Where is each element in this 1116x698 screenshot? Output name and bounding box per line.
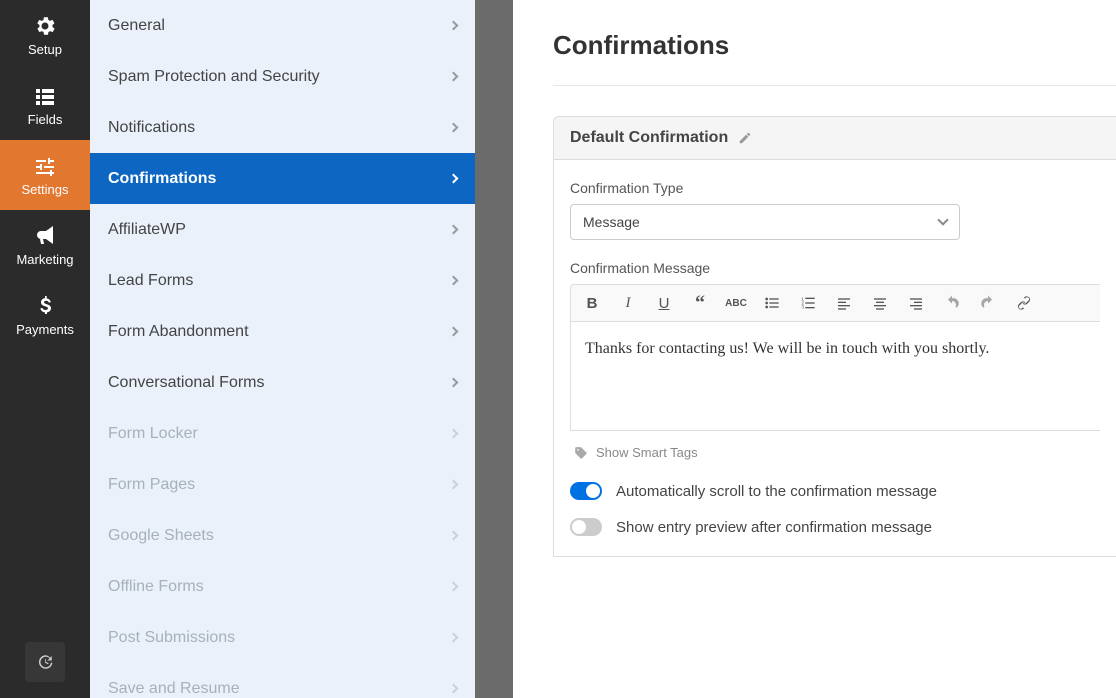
select-value: Message [583,214,640,230]
quote-button[interactable]: “ [689,291,711,315]
chevron-right-icon [449,378,459,388]
dollar-icon [33,294,57,318]
history-button[interactable] [25,642,65,682]
sidebar-item-conversational-forms[interactable]: Conversational Forms [90,357,475,408]
main-panel: Confirmations Default Confirmation Confi… [513,0,1116,698]
rail-item-fields[interactable]: Fields [0,70,90,140]
sidebar-item-label: Form Pages [108,476,195,494]
smart-tags-label: Show Smart Tags [596,445,698,460]
page-title: Confirmations [553,30,1116,61]
chevron-right-icon [449,480,459,490]
sidebar-item-post-submissions[interactable]: Post Submissions [90,612,475,663]
rail-label: Setup [28,42,62,57]
fields-icon [33,84,57,108]
sidebar-item-label: Confirmations [108,170,216,188]
toggle-entry-preview[interactable] [570,518,602,536]
toggle-label: Show entry preview after confirmation me… [616,519,932,536]
sidebar-item-google-sheets[interactable]: Google Sheets [90,510,475,561]
chevron-down-icon [937,214,948,225]
chevron-right-icon [449,633,459,643]
gear-icon [33,14,57,38]
icon-rail: Setup Fields Settings Marketing Payments [0,0,90,698]
chevron-right-icon [449,276,459,286]
chevron-right-icon [449,531,459,541]
rail-item-payments[interactable]: Payments [0,280,90,350]
sidebar-item-form-abandonment[interactable]: Form Abandonment [90,306,475,357]
sidebar-item-confirmations[interactable]: Confirmations [90,153,475,204]
rail-label: Marketing [16,252,73,267]
sidebar-item-spam[interactable]: Spam Protection and Security [90,51,475,102]
divider [553,85,1116,86]
sidebar-item-label: Save and Resume [108,680,240,698]
sidebar-item-label: General [108,17,165,35]
strike-button[interactable]: ABC [725,291,747,315]
rail-label: Fields [28,112,63,127]
rail-item-setup[interactable]: Setup [0,0,90,70]
chevron-right-icon [449,684,459,694]
bullet-list-button[interactable] [761,291,783,315]
chevron-right-icon [449,72,459,82]
sidebar-item-save-resume[interactable]: Save and Resume [90,663,475,698]
panel-title: Default Confirmation [570,129,728,147]
toggle-label: Automatically scroll to the confirmation… [616,483,937,500]
sidebar-item-label: Lead Forms [108,272,193,290]
chevron-right-icon [449,123,459,133]
sidebar-item-label: Google Sheets [108,527,214,545]
align-left-button[interactable] [833,291,855,315]
sidebar-item-lead-forms[interactable]: Lead Forms [90,255,475,306]
type-label: Confirmation Type [570,180,1100,196]
confirmation-panel-body: Confirmation Type Message Confirmation M… [553,160,1116,557]
undo-button[interactable] [941,291,963,315]
sidebar-item-notifications[interactable]: Notifications [90,102,475,153]
sidebar-item-label: Post Submissions [108,629,235,647]
show-smart-tags[interactable]: Show Smart Tags [570,431,1100,464]
align-center-button[interactable] [869,291,891,315]
rail-item-marketing[interactable]: Marketing [0,210,90,280]
underline-button[interactable]: U [653,291,675,315]
sidebar-item-label: Offline Forms [108,578,204,596]
sidebar-item-form-pages[interactable]: Form Pages [90,459,475,510]
italic-button[interactable]: I [617,291,639,315]
chevron-right-icon [449,327,459,337]
bold-button[interactable]: B [581,291,603,315]
settings-sidebar: General Spam Protection and Security Not… [90,0,475,698]
sidebar-item-offline-forms[interactable]: Offline Forms [90,561,475,612]
sidebar-item-affiliatewp[interactable]: AffiliateWP [90,204,475,255]
confirmation-type-select[interactable]: Message [570,204,960,240]
chevron-right-icon [449,582,459,592]
sidebar-item-label: Notifications [108,119,195,137]
align-right-button[interactable] [905,291,927,315]
sidebar-item-label: Spam Protection and Security [108,68,320,86]
rail-item-settings[interactable]: Settings [0,140,90,210]
redo-button[interactable] [977,291,999,315]
chevron-right-icon [449,21,459,31]
editor-toolbar: B I U “ ABC 123 [570,284,1100,321]
chevron-right-icon [449,225,459,235]
confirmation-message-editor[interactable]: Thanks for contacting us! We will be in … [570,321,1100,431]
sliders-icon [33,154,57,178]
svg-text:3: 3 [801,304,804,309]
sidebar-item-label: Form Locker [108,425,198,443]
chevron-right-icon [449,429,459,439]
message-label: Confirmation Message [570,260,1100,276]
megaphone-icon [33,224,57,248]
rail-label: Payments [16,322,74,337]
sidebar-item-label: Conversational Forms [108,374,265,392]
sidebar-item-general[interactable]: General [90,0,475,51]
chevron-right-icon [449,174,459,184]
pencil-icon[interactable] [738,131,752,145]
sidebar-item-label: AffiliateWP [108,221,186,239]
number-list-button[interactable]: 123 [797,291,819,315]
confirmation-panel-header[interactable]: Default Confirmation [553,116,1116,160]
toggle-auto-scroll[interactable] [570,482,602,500]
tags-icon [574,446,588,460]
sidebar-item-form-locker[interactable]: Form Locker [90,408,475,459]
sidebar-item-label: Form Abandonment [108,323,249,341]
link-button[interactable] [1013,291,1035,315]
rail-label: Settings [22,182,69,197]
